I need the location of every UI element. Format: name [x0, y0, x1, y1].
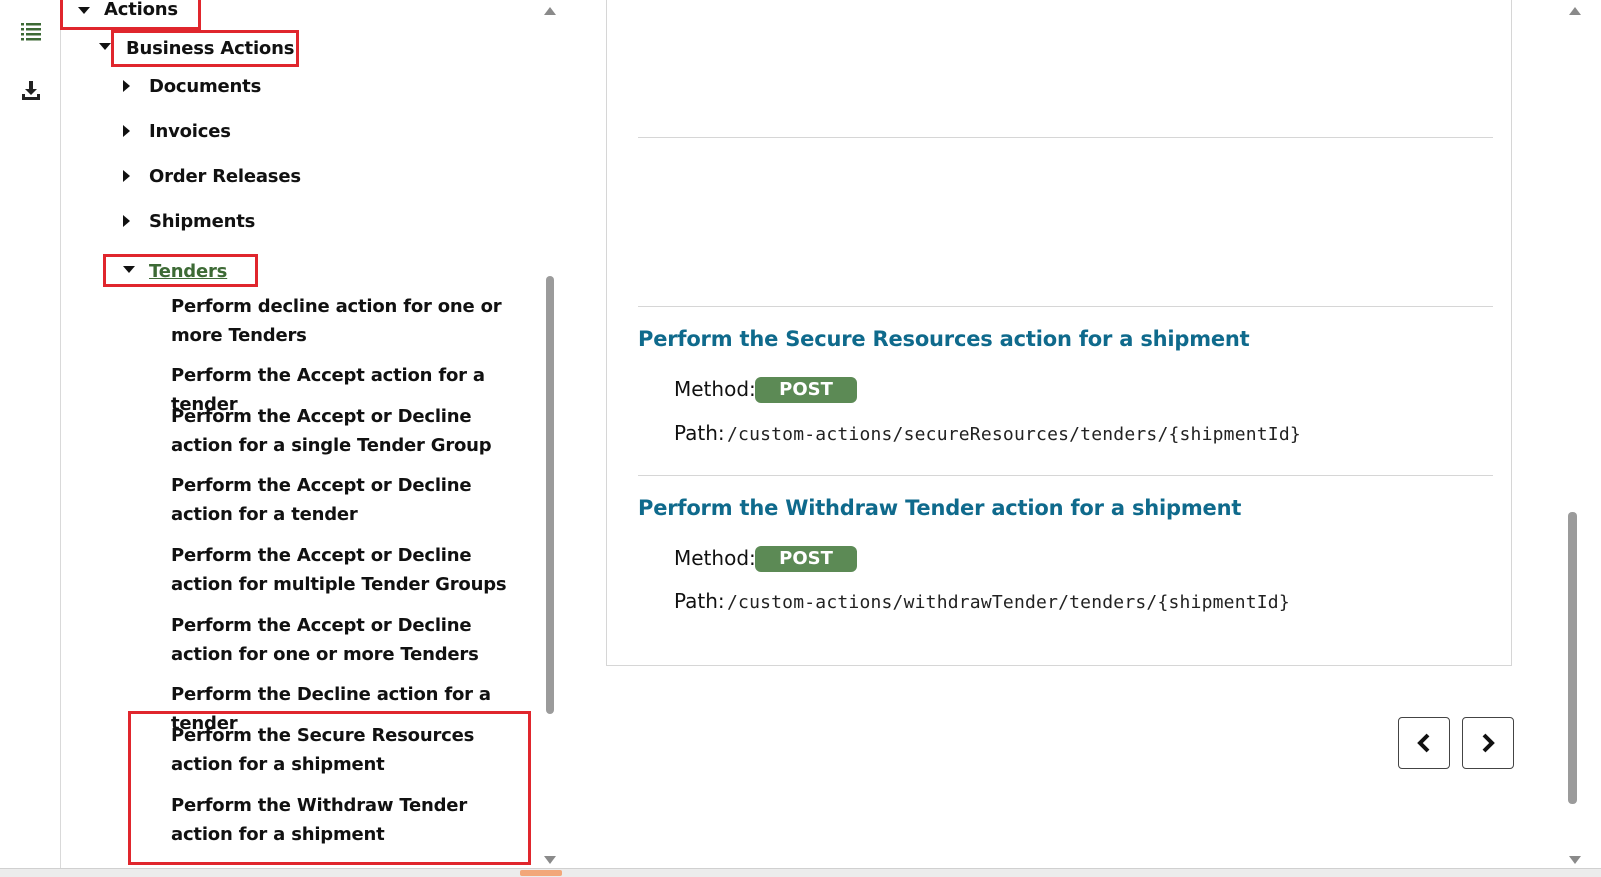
chevron-right-icon: [1482, 733, 1495, 753]
chevron-left-icon: [1417, 733, 1430, 753]
caret-right-icon[interactable]: [123, 125, 130, 137]
tree-leaf[interactable]: Perform decline action for one or more T…: [171, 292, 516, 350]
highlight-box: [103, 254, 258, 287]
tree-node-shipments[interactable]: Shipments: [149, 207, 255, 236]
method-label: Method:: [674, 377, 756, 401]
icon-rail: [0, 0, 61, 876]
next-page-button[interactable]: [1462, 717, 1514, 769]
path-label: Path:: [674, 421, 725, 445]
tree-leaf[interactable]: Perform the Accept or Decline action for…: [171, 541, 516, 599]
caret-right-icon[interactable]: [123, 170, 130, 182]
method-badge: POST: [755, 546, 857, 572]
content-gutter: [559, 0, 606, 876]
endpoint-path: /custom-actions/secureResources/tenders/…: [727, 424, 1301, 445]
caret-right-icon[interactable]: [123, 80, 130, 92]
caret-right-icon[interactable]: [123, 215, 130, 227]
taskbar-indicator: [520, 870, 562, 876]
page-scroll-thumb[interactable]: [1568, 512, 1577, 804]
divider: [638, 137, 1493, 138]
divider: [638, 475, 1493, 476]
sidebar-scroll-thumb[interactable]: [546, 276, 554, 714]
highlight-box: [111, 30, 299, 67]
scroll-up-icon[interactable]: [544, 7, 556, 15]
scroll-up-icon[interactable]: [1569, 7, 1581, 15]
operation-title[interactable]: Perform the Withdraw Tender action for a…: [638, 496, 1241, 520]
scroll-down-icon[interactable]: [544, 856, 556, 864]
method-label: Method:: [674, 546, 756, 570]
tree-node-order-releases[interactable]: Order Releases: [149, 162, 301, 191]
tree-leaf[interactable]: Perform the Accept or Decline action for…: [171, 402, 516, 460]
download-icon[interactable]: [20, 80, 42, 102]
method-badge: POST: [755, 377, 857, 403]
caret-down-icon[interactable]: [99, 43, 111, 50]
highlight-box: [128, 711, 531, 865]
scroll-down-icon[interactable]: [1569, 856, 1581, 864]
divider: [638, 306, 1493, 307]
operation-title[interactable]: Perform the Secure Resources action for …: [638, 327, 1250, 351]
previous-page-button[interactable]: [1398, 717, 1450, 769]
tree-node-invoices[interactable]: Invoices: [149, 117, 231, 146]
list-icon[interactable]: [20, 20, 42, 42]
highlight-box: [60, 0, 201, 30]
tree-leaf[interactable]: Perform the Accept or Decline action for…: [171, 611, 516, 669]
tree-leaf[interactable]: Perform the Accept or Decline action for…: [171, 471, 516, 529]
path-label: Path:: [674, 589, 725, 613]
endpoint-path: /custom-actions/withdrawTender/tenders/{…: [727, 592, 1290, 613]
tree-node-documents[interactable]: Documents: [149, 72, 261, 101]
